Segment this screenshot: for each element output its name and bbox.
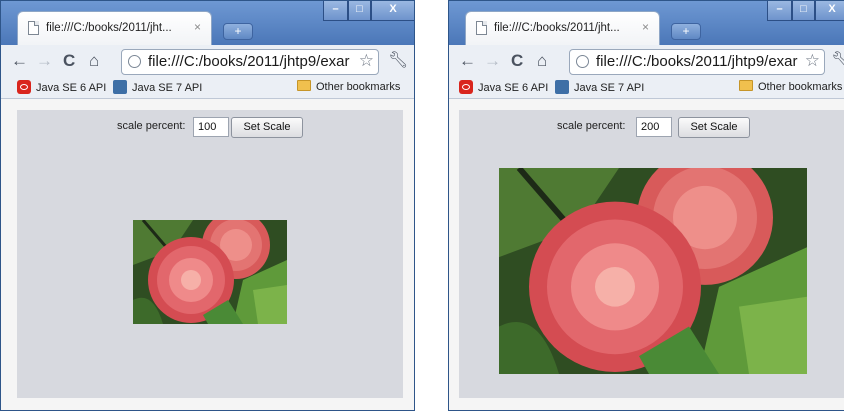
set-scale-button[interactable]: Set Scale (231, 117, 303, 138)
new-tab-button[interactable]: + (671, 23, 701, 40)
wrench-icon[interactable]: 🔧︎ (831, 50, 844, 70)
scale-percent-input[interactable]: 200 (636, 117, 672, 137)
minimize-button[interactable]: – (323, 1, 348, 21)
tab-title: file:///C:/books/2011/jht... (494, 22, 620, 34)
maximize-button[interactable]: □ (348, 1, 371, 21)
tab-title: file:///C:/books/2011/jht... (46, 22, 172, 34)
nav-toolbar: ← → C ⌂ file:///C:/books/2011/jhtp9/exar… (449, 45, 844, 77)
dahlia-image (133, 220, 287, 324)
other-bookmarks[interactable]: Other bookmarks (297, 80, 400, 93)
browser-window-1: – □ X file:///C:/books/2011/jht... × + ←… (0, 0, 415, 411)
title-bar[interactable]: – □ X file:///C:/books/2011/jht... × + (449, 1, 844, 47)
tab-close-icon[interactable]: × (194, 20, 201, 34)
browser-tab[interactable]: file:///C:/books/2011/jht... × (17, 11, 212, 47)
address-text[interactable]: file:///C:/books/2011/jhtp9/exar (148, 53, 350, 70)
reload-icon[interactable]: C (511, 50, 523, 72)
new-tab-button[interactable]: + (223, 23, 253, 40)
scale-percent-input[interactable]: 100 (193, 117, 229, 137)
back-arrow-icon[interactable]: ← (11, 50, 28, 72)
wrench-icon[interactable]: 🔧︎ (388, 50, 408, 70)
address-bar[interactable]: file:///C:/books/2011/jhtp9/exar ☆ (569, 49, 825, 75)
scale-percent-label: scale percent: (557, 120, 626, 132)
page-icon (476, 21, 487, 35)
maximize-button[interactable]: □ (792, 1, 815, 21)
address-text[interactable]: file:///C:/books/2011/jhtp9/exar (596, 53, 798, 70)
minimize-button[interactable]: – (767, 1, 792, 21)
page-icon (28, 21, 39, 35)
oracle-icon (17, 80, 31, 94)
sun-icon (113, 80, 127, 94)
bookmark-java6[interactable]: Java SE 6 API (459, 80, 548, 94)
image-scaling-applet: scale percent: 100 Set Scale (17, 110, 403, 398)
oracle-icon (459, 80, 473, 94)
forward-arrow-icon[interactable]: → (36, 50, 53, 72)
page-content: scale percent: 200 Set Scale (449, 99, 844, 410)
home-icon[interactable]: ⌂ (89, 50, 99, 72)
browser-window-2: – □ X file:///C:/books/2011/jht... × + ←… (448, 0, 844, 411)
forward-arrow-icon[interactable]: → (484, 50, 501, 72)
folder-icon (739, 80, 753, 91)
bookmark-java7[interactable]: Java SE 7 API (555, 80, 644, 94)
dahlia-image (499, 168, 807, 374)
title-bar[interactable]: – □ X file:///C:/books/2011/jht... × + (1, 1, 414, 47)
image-scaling-applet: scale percent: 200 Set Scale (459, 110, 844, 398)
bookmark-star-icon[interactable]: ☆ (359, 51, 374, 71)
bookmarks-bar: Java SE 6 API Java SE 7 API Other bookma… (449, 77, 844, 99)
bookmarks-bar: Java SE 6 API Java SE 7 API Other bookma… (1, 77, 414, 99)
sun-icon (555, 80, 569, 94)
bookmark-star-icon[interactable]: ☆ (805, 51, 820, 71)
address-bar[interactable]: file:///C:/books/2011/jhtp9/exar ☆ (121, 49, 379, 75)
set-scale-button[interactable]: Set Scale (678, 117, 750, 138)
browser-tab[interactable]: file:///C:/books/2011/jht... × (465, 11, 660, 47)
back-arrow-icon[interactable]: ← (459, 50, 476, 72)
bookmark-java7[interactable]: Java SE 7 API (113, 80, 202, 94)
globe-icon (576, 55, 589, 68)
reload-icon[interactable]: C (63, 50, 75, 72)
close-window-button[interactable]: X (815, 1, 844, 21)
scale-percent-label: scale percent: (117, 120, 186, 132)
tab-close-icon[interactable]: × (642, 20, 649, 34)
bookmark-java6[interactable]: Java SE 6 API (17, 80, 106, 94)
home-icon[interactable]: ⌂ (537, 50, 547, 72)
nav-toolbar: ← → C ⌂ file:///C:/books/2011/jhtp9/exar… (1, 45, 414, 77)
globe-icon (128, 55, 141, 68)
close-window-button[interactable]: X (371, 1, 414, 21)
page-content: scale percent: 100 Set Scale (1, 99, 414, 410)
folder-icon (297, 80, 311, 91)
other-bookmarks[interactable]: Other bookmarks (739, 80, 842, 93)
